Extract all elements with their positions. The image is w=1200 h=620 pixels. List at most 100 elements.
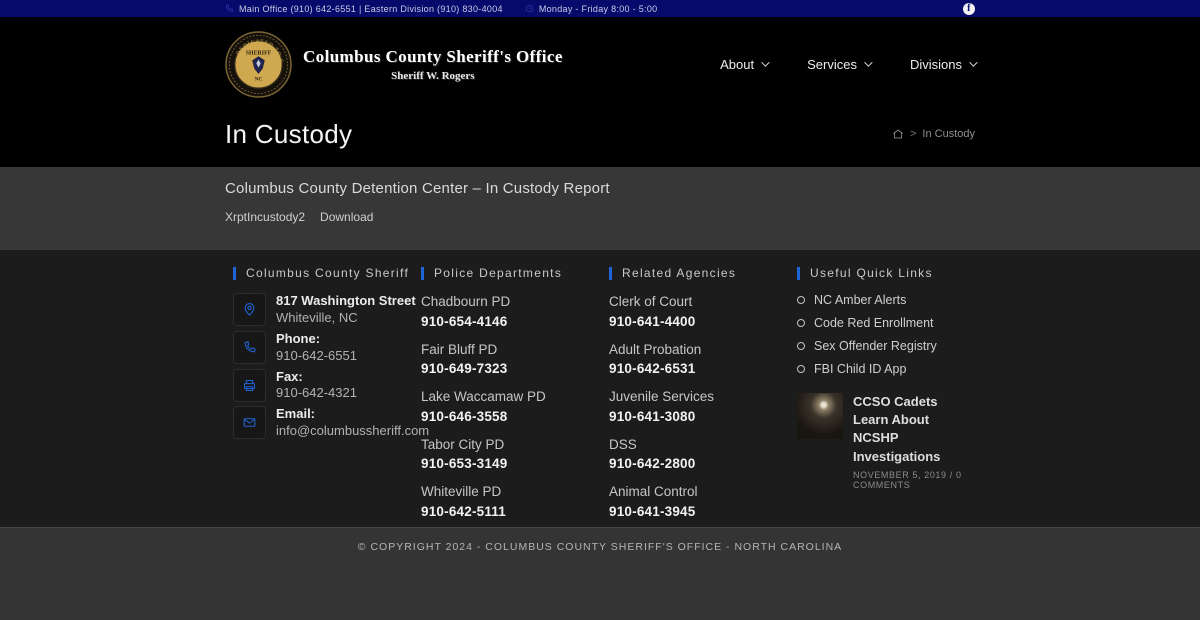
topbar-contact-text: Main Office (910) 642-6551 | Eastern Div…: [239, 3, 503, 14]
address-line2: Whiteville, NC: [276, 309, 358, 325]
agency-phone: 910-642-2800: [609, 456, 696, 472]
breadcrumb-separator: >: [909, 128, 917, 140]
list-item: Lake Waccamaw PD 910-646-3558: [421, 388, 609, 424]
dept-name: Fair Bluff PD: [421, 341, 498, 357]
agency-name: DSS: [609, 436, 637, 452]
list-item: Clerk of Court 910-641-4400: [609, 293, 797, 329]
quicklink-code-red-enrollment[interactable]: Code Red Enrollment: [797, 316, 975, 330]
site-header: DEDICATED TO SERVE SHERIFF NC Columbus C…: [0, 17, 1200, 167]
brand-subtitle: Sheriff W. Rogers: [391, 69, 475, 82]
dept-name: Chadbourn PD: [421, 294, 511, 309]
copyright-bar: © Copyright 2024 - Columbus County Sheri…: [0, 527, 1200, 620]
dept-name: Lake Waccamaw PD: [421, 389, 546, 405]
contact-fax[interactable]: Fax: 910-642-4321: [233, 368, 421, 403]
fax-label: Fax:: [276, 368, 303, 384]
list-item: Chadbourn PD 910-654-4146: [421, 293, 609, 329]
breadcrumb: > In Custody: [892, 128, 975, 140]
report-file-link[interactable]: XrptIncustody2: [225, 210, 305, 224]
footer-heading-quicklinks: Useful Quick Links: [797, 266, 975, 280]
nav-about[interactable]: About: [720, 56, 770, 72]
list-item: Juvenile Services 910-641-3080: [609, 388, 797, 424]
list-item: Tabor City PD 910-653-3149: [421, 436, 609, 472]
footer-column-agencies: Related Agencies Clerk of Court 910-641-…: [609, 266, 797, 531]
quicklink-sex-offender-registry[interactable]: Sex Offender Registry: [797, 339, 975, 353]
dept-phone: 910-646-3558: [421, 408, 508, 424]
site-footer: Columbus County Sheriff 817 Washington S…: [0, 250, 1200, 527]
footer-heading-quicklinks-label: Useful Quick Links: [810, 266, 933, 280]
copyright-text: © Copyright 2024 - Columbus County Sheri…: [357, 541, 843, 553]
news-meta: November 5, 2019 / 0 Comments: [853, 469, 962, 490]
nav-divisions-label: Divisions: [909, 56, 962, 72]
footer-column-quicklinks: Useful Quick Links NC Amber Alerts Code …: [797, 266, 975, 531]
dept-phone: 910-653-3149: [421, 456, 508, 472]
quicklink-nc-amber-alerts[interactable]: NC Amber Alerts: [797, 293, 975, 307]
main-navigation: About Services Divisions: [720, 56, 978, 72]
accent-bar: [421, 266, 424, 280]
list-item: Adult Probation 910-642-6531: [609, 341, 797, 377]
news-title: CCSO Cadets Learn About NCSHP Investigat…: [853, 394, 941, 464]
dept-name: Tabor City PD: [421, 436, 505, 452]
list-item: Whiteville PD 910-642-5111: [421, 483, 609, 519]
email-icon: [233, 406, 266, 440]
quicklink-label: FBI Child ID App: [814, 362, 907, 376]
circle-bullet-icon: [797, 365, 805, 373]
contact-email[interactable]: Email: info@columbussheriff.com: [233, 406, 429, 440]
footer-heading-agencies-label: Related Agencies: [622, 266, 737, 280]
chevron-down-icon: [969, 58, 978, 67]
quicklink-label: Sex Offender Registry: [814, 339, 937, 353]
brand-title: Columbus County Sheriff's Office: [303, 46, 563, 66]
footer-news-item[interactable]: CCSO Cadets Learn About NCSHP Investigat…: [797, 393, 975, 490]
contact-address[interactable]: 817 Washington Street Whiteville, NC: [233, 293, 421, 327]
page-title: In Custody: [225, 118, 353, 149]
quicklink-label: Code Red Enrollment: [814, 316, 934, 330]
agency-phone: 910-642-6531: [609, 361, 696, 377]
top-info-bar: Main Office (910) 642-6551 | Eastern Div…: [0, 0, 1200, 17]
location-icon: [233, 293, 266, 326]
phone-number: 910-642-6551: [276, 347, 357, 363]
agency-name: Adult Probation: [609, 341, 702, 357]
phone-icon: [233, 330, 266, 364]
list-item: Fair Bluff PD 910-649-7323: [421, 341, 609, 377]
dept-name: Whiteville PD: [421, 484, 502, 500]
topbar-contact-group: Main Office (910) 642-6551 | Eastern Div…: [225, 4, 503, 14]
nav-about-label: About: [720, 56, 755, 72]
breadcrumb-current: In Custody: [922, 128, 975, 140]
brand[interactable]: Columbus County Sheriff's Office Sheriff…: [303, 47, 563, 82]
footer-heading-police: Police Departments: [421, 266, 609, 280]
footer-heading-sheriff: Columbus County Sheriff: [233, 266, 421, 280]
agency-phone: 910-641-3945: [609, 503, 696, 519]
home-icon[interactable]: [892, 128, 904, 140]
circle-bullet-icon: [797, 296, 805, 304]
phone-label: Phone:: [276, 330, 321, 346]
fax-icon: [233, 368, 266, 402]
agency-phone: 910-641-3080: [609, 408, 696, 424]
list-item: Animal Control 910-641-3945: [609, 483, 797, 519]
agency-name: Clerk of Court: [609, 294, 693, 309]
nav-divisions[interactable]: Divisions: [909, 56, 978, 72]
accent-bar: [797, 266, 800, 280]
clock-icon: [525, 4, 534, 13]
svg-text:NC: NC: [255, 76, 263, 82]
quicklink-fbi-child-id-app[interactable]: FBI Child ID App: [797, 362, 975, 376]
email-address: info@columbussheriff.com: [276, 423, 430, 439]
circle-bullet-icon: [797, 319, 805, 327]
footer-heading-agencies: Related Agencies: [609, 266, 797, 280]
footer-column-sheriff: Columbus County Sheriff 817 Washington S…: [233, 266, 429, 531]
dept-phone: 910-642-5111: [421, 503, 506, 519]
news-thumbnail: [797, 393, 843, 439]
accent-bar: [609, 266, 612, 280]
agency-name: Juvenile Services: [609, 389, 715, 405]
nav-services[interactable]: Services: [807, 56, 873, 72]
nav-services-label: Services: [807, 56, 857, 72]
sheriff-badge-logo[interactable]: DEDICATED TO SERVE SHERIFF NC: [225, 31, 292, 98]
facebook-icon[interactable]: f: [963, 2, 975, 15]
quicklink-label: NC Amber Alerts: [814, 293, 907, 307]
chevron-down-icon: [864, 58, 873, 67]
agency-name: Animal Control: [609, 484, 698, 500]
contact-phone[interactable]: Phone: 910-642-6551: [233, 330, 421, 365]
main-content: Columbus County Detention Center – In Cu…: [0, 167, 1200, 250]
email-label: Email:: [276, 406, 316, 422]
footer-heading-police-label: Police Departments: [434, 266, 563, 280]
phone-icon: [225, 4, 234, 13]
download-link[interactable]: Download: [320, 210, 373, 224]
